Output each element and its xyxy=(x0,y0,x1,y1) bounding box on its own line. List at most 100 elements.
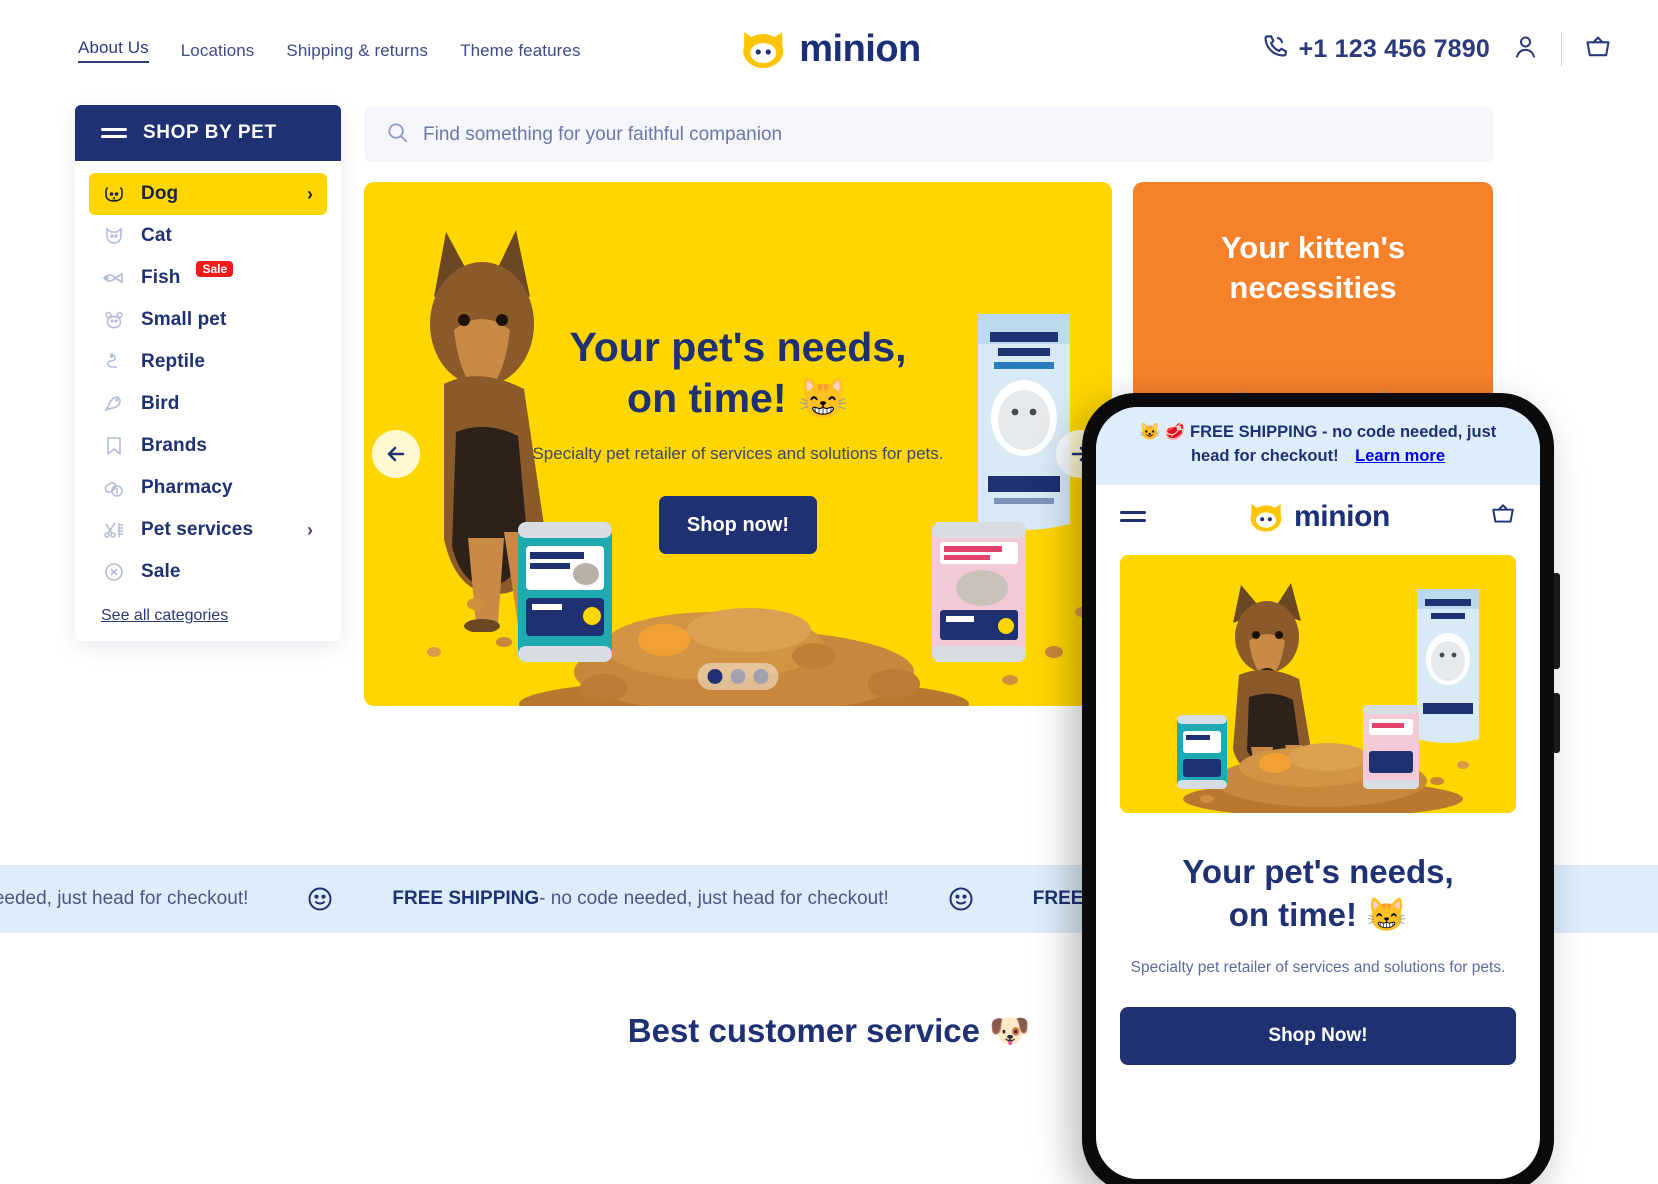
nav-link-about-us[interactable]: About Us xyxy=(78,38,149,63)
mobile-title-line1: Your pet's needs, xyxy=(1182,852,1454,890)
mobile-logo[interactable]: minion xyxy=(1246,499,1390,535)
site-logo[interactable]: minion xyxy=(737,26,921,72)
hamster-icon xyxy=(101,307,127,333)
nav-link-locations[interactable]: Locations xyxy=(181,41,255,61)
mobile-title-line2-wrap: on time! 😸 xyxy=(1096,894,1540,937)
smiley-face-icon xyxy=(306,885,334,913)
sale-tag-icon xyxy=(101,559,127,585)
mobile-banner-line2: head for checkout! xyxy=(1190,446,1339,465)
status-badge: Sale xyxy=(196,261,234,277)
promo-title-line2: necessities xyxy=(1229,270,1397,306)
sidebar-header[interactable]: SHOP BY PET xyxy=(75,105,341,161)
sidebar-item-label: Reptile xyxy=(141,351,206,372)
promo-title: Your kitten's necessities xyxy=(1133,228,1493,309)
cat-emoji: 😸 xyxy=(797,374,849,421)
sidebar-item-small-pet[interactable]: Small pet xyxy=(89,299,327,341)
sidebar-title: SHOP BY PET xyxy=(143,122,277,143)
mobile-hero-subtitle: Specialty pet retailer of services and s… xyxy=(1130,958,1506,976)
marquee-rest: - no code needed, just head for checkout… xyxy=(539,888,889,909)
mobile-hero-image xyxy=(1120,554,1516,813)
marquee-item: FREE SHIPPING - no code needed, just hea… xyxy=(0,888,248,910)
sidebar-item-pet-services[interactable]: Pet services › xyxy=(89,509,327,551)
learn-more-link[interactable]: Learn more xyxy=(1355,447,1445,465)
sidebar-item-brands[interactable]: Brands xyxy=(89,425,327,467)
promo-title-line1: Your kitten's xyxy=(1220,230,1406,265)
sidebar-item-sale[interactable]: Sale xyxy=(89,551,327,593)
shop-by-pet-sidebar: SHOP BY PET Dog › Cat Fish Sale Small pe… xyxy=(75,105,341,641)
phone-number: +1 123 456 7890 xyxy=(1298,34,1490,63)
cat-face-logo-icon xyxy=(1250,503,1282,532)
header-divider xyxy=(1561,32,1562,66)
user-icon[interactable] xyxy=(1512,33,1539,65)
carousel-dot[interactable] xyxy=(707,669,723,684)
nav-link-theme-features[interactable]: Theme features xyxy=(460,41,580,61)
mobile-banner-line1: 😺 🥩 FREE SHIPPING - no code needed, just xyxy=(1122,421,1514,445)
sidebar-item-fish[interactable]: Fish Sale xyxy=(89,257,327,299)
mobile-shipping-banner: 😺 🥩 FREE SHIPPING - no code needed, just… xyxy=(1096,407,1540,485)
carousel-prev-button[interactable] xyxy=(372,430,420,478)
mobile-banner-rest: - no code needed, just xyxy=(1317,423,1497,441)
carousel-dot[interactable] xyxy=(753,669,769,684)
product-wet-cat-food-can xyxy=(518,522,612,662)
bird-icon xyxy=(101,391,127,417)
mobile-banner-line2-wrap: head for checkout! Learn more xyxy=(1122,445,1514,469)
hamburger-icon[interactable] xyxy=(1120,506,1146,527)
carousel-pagination xyxy=(697,663,779,690)
basket-icon[interactable] xyxy=(1584,33,1612,66)
sidebar-item-dog[interactable]: Dog › xyxy=(89,173,327,215)
mobile-hero-artwork xyxy=(1177,582,1479,813)
dog-icon xyxy=(101,181,127,207)
shop-now-button[interactable]: Shop now! xyxy=(659,496,817,554)
site-header: About Us Locations Shipping & returns Th… xyxy=(0,0,1658,105)
mobile-header: minion xyxy=(1096,484,1540,549)
dog-emoji: 🐶 xyxy=(989,1012,1031,1049)
cat-emoji: 😸 xyxy=(1366,895,1408,933)
pills-icon xyxy=(101,475,127,501)
phone-mockup: 😺 🥩 FREE SHIPPING - no code needed, just… xyxy=(1082,393,1560,1184)
see-all-categories-link[interactable]: See all categories xyxy=(101,607,341,625)
phone-link[interactable]: +1 123 456 7890 xyxy=(1261,33,1490,65)
hero-banner: Your pet's needs, on time! 😸 Specialty p… xyxy=(364,182,1112,706)
basket-icon[interactable] xyxy=(1490,501,1516,532)
search-icon xyxy=(386,121,409,149)
page-root: About Us Locations Shipping & returns Th… xyxy=(0,0,1658,1184)
sidebar-item-pharmacy[interactable]: Pharmacy xyxy=(89,467,327,509)
sidebar-item-label: Sale xyxy=(141,561,181,582)
sidebar-item-label: Cat xyxy=(141,225,172,246)
phone-side-button xyxy=(1554,573,1560,669)
cat-emoji: 😺 xyxy=(1139,423,1161,441)
hamburger-icon xyxy=(101,124,127,142)
cat-face-logo-icon xyxy=(737,26,789,72)
hero-title-line2-wrap: on time! 😸 xyxy=(364,373,1112,424)
marquee-item: FREE SHIPPING - no code needed, just hea… xyxy=(392,888,888,910)
bookmark-icon xyxy=(101,433,127,459)
sidebar-item-reptile[interactable]: Reptile xyxy=(89,341,327,383)
fish-icon xyxy=(101,265,127,291)
sidebar-item-label: Small pet xyxy=(141,309,227,330)
scissors-comb-icon xyxy=(101,517,127,543)
sidebar-item-bird[interactable]: Bird xyxy=(89,383,327,425)
nav-link-shipping-returns[interactable]: Shipping & returns xyxy=(286,41,428,61)
search-input[interactable] xyxy=(423,123,1421,146)
hero-title: Your pet's needs, on time! 😸 xyxy=(364,322,1112,424)
sidebar-item-label: Dog xyxy=(141,183,179,204)
mobile-title-line2: on time! xyxy=(1228,895,1358,933)
arrow-left-icon xyxy=(387,446,405,462)
carousel-dot[interactable] xyxy=(730,669,746,684)
mobile-shop-now-button[interactable]: Shop Now! xyxy=(1120,1006,1516,1065)
mobile-logo-wordmark: minion xyxy=(1294,499,1390,533)
sidebar-item-label: Bird xyxy=(141,393,180,414)
marquee-strong: FREE SHIPPING xyxy=(392,888,540,909)
sidebar-item-label: Pharmacy xyxy=(141,477,233,498)
mobile-hero-title: Your pet's needs, on time! 😸 xyxy=(1096,851,1540,937)
chevron-right-icon: › xyxy=(307,519,313,540)
reptile-icon xyxy=(101,349,127,375)
sidebar-item-cat[interactable]: Cat xyxy=(89,215,327,257)
sidebar-item-label: Brands xyxy=(141,435,208,456)
search-bar[interactable] xyxy=(364,107,1494,162)
hero-title-line2: on time! xyxy=(627,374,787,421)
section-title-text: Best customer service xyxy=(627,1012,980,1049)
product-salmon-pate-can xyxy=(932,522,1026,662)
header-actions: +1 123 456 7890 xyxy=(1261,32,1612,66)
sidebar-item-label: Fish xyxy=(141,267,181,288)
